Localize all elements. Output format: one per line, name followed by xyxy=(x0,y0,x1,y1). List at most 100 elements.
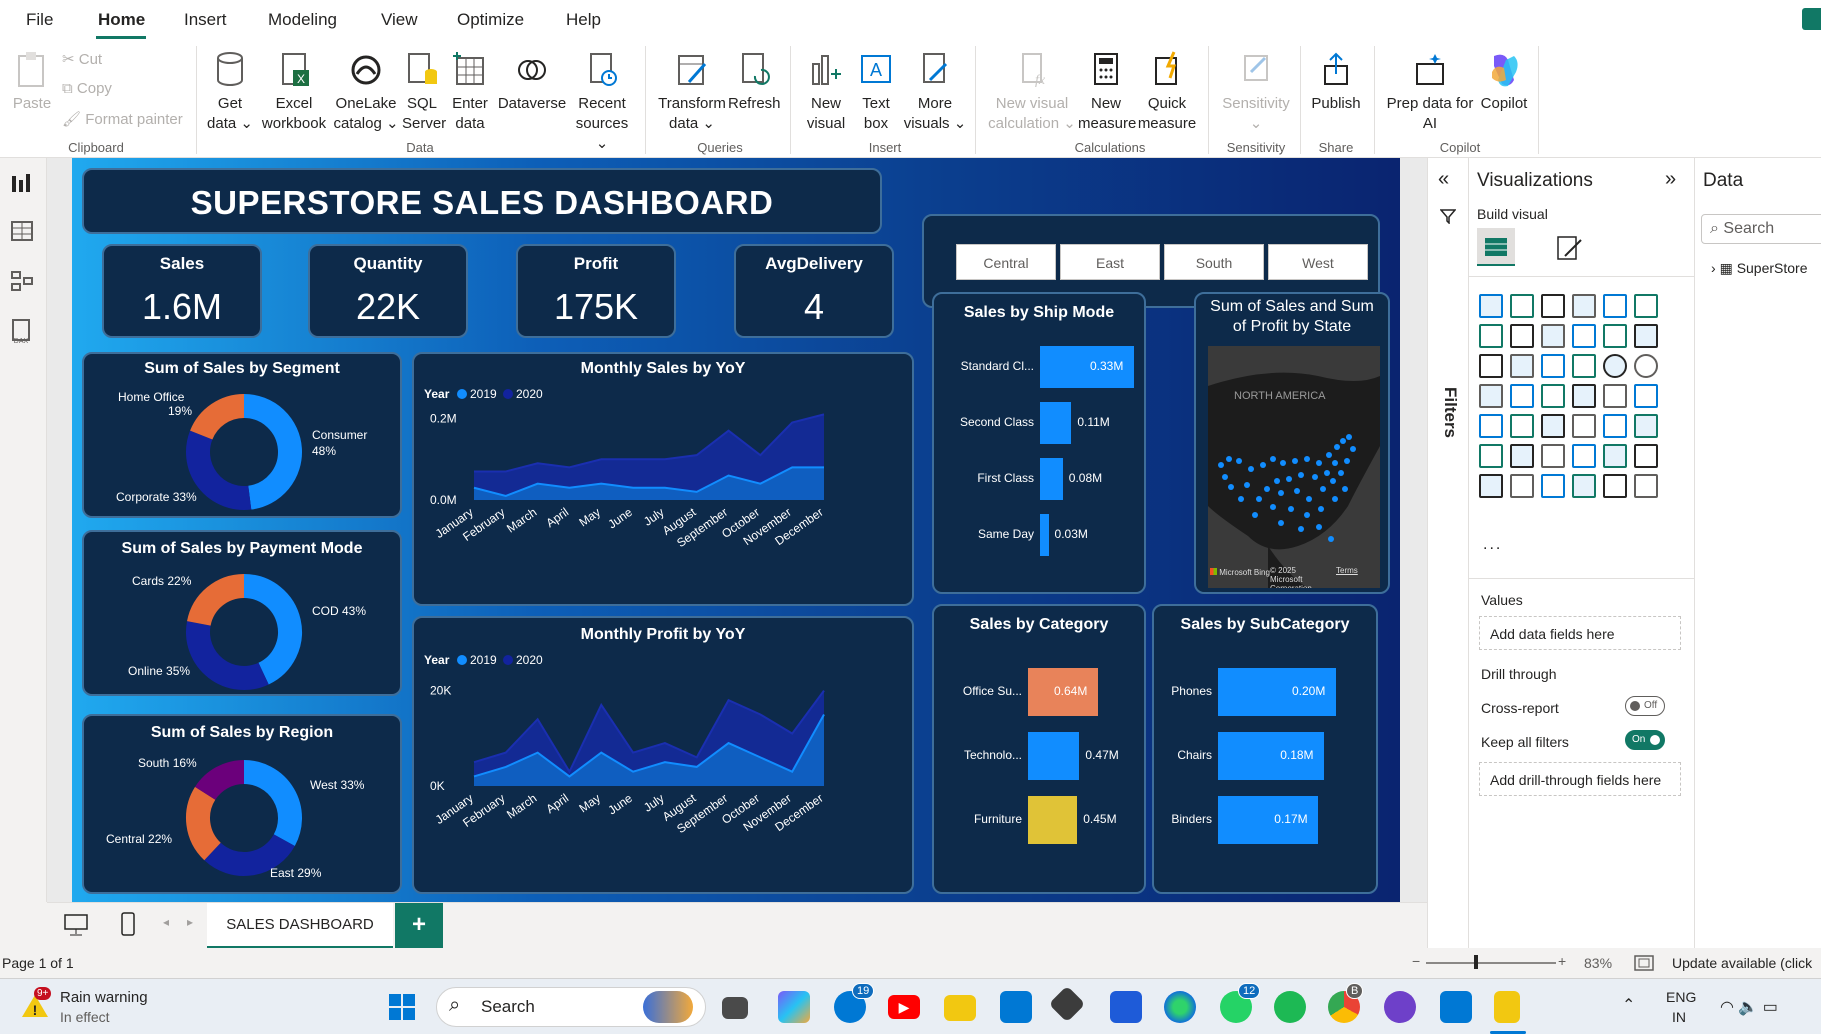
donut-slice[interactable] xyxy=(243,394,302,510)
paste-button[interactable]: Paste xyxy=(10,50,54,114)
map-bubble[interactable] xyxy=(1288,506,1294,512)
taskbar-search[interactable]: ⌕ Search xyxy=(436,987,706,1027)
region-donut-card[interactable]: Sum of Sales by Region South 16% West 33… xyxy=(82,714,402,894)
map-bubble[interactable] xyxy=(1340,438,1346,444)
ship-mode-card[interactable]: Sales by Ship Mode Standard Cl... 0.33M Se… xyxy=(932,292,1146,594)
visual-type-icon[interactable] xyxy=(1479,444,1503,468)
visual-type-icon[interactable] xyxy=(1603,354,1627,378)
kpi-card-quantity[interactable]: Quantity 22K xyxy=(308,244,468,338)
build-visual-tab[interactable] xyxy=(1477,228,1515,266)
visual-type-icon[interactable] xyxy=(1510,294,1534,318)
visual-type-icon[interactable] xyxy=(1572,354,1596,378)
app-taskbar-icon[interactable] xyxy=(1048,985,1086,1023)
map-bubble[interactable] xyxy=(1338,470,1344,476)
visual-type-icon[interactable] xyxy=(1510,354,1534,378)
mobile-layout-icon[interactable] xyxy=(119,911,137,937)
subcategory-card[interactable]: Sales by SubCategory Phones 0.20M Chairs 0.… xyxy=(1152,604,1378,894)
report-view-icon[interactable] xyxy=(10,172,34,194)
get-data-button[interactable]: Get data ⌄ xyxy=(206,50,254,134)
bar[interactable] xyxy=(1028,796,1078,844)
visual-type-icon[interactable] xyxy=(1541,444,1565,468)
map-bubble[interactable] xyxy=(1286,476,1292,482)
visual-type-icon[interactable] xyxy=(1479,474,1503,498)
visual-type-icon[interactable] xyxy=(1479,294,1503,318)
map-bubble[interactable] xyxy=(1236,458,1242,464)
onelake-catalog-button[interactable]: OneLake catalog ⌄ xyxy=(330,50,402,134)
visual-type-icon[interactable] xyxy=(1541,294,1565,318)
format-painter-button[interactable]: 🖌 Format painter xyxy=(62,110,183,128)
more-visuals-button[interactable]: More visuals ⌄ xyxy=(902,50,968,134)
visual-type-icon[interactable] xyxy=(1479,384,1503,408)
publish-status-icon[interactable] xyxy=(1802,8,1821,30)
visual-type-icon[interactable] xyxy=(1572,474,1596,498)
visual-type-icon[interactable] xyxy=(1510,384,1534,408)
donut-slice[interactable] xyxy=(204,833,295,876)
visual-type-icon[interactable] xyxy=(1479,324,1503,348)
menu-home[interactable]: Home xyxy=(98,10,145,30)
visual-type-icon[interactable] xyxy=(1541,354,1565,378)
menu-optimize[interactable]: Optimize xyxy=(457,10,524,30)
map-bubble[interactable] xyxy=(1228,484,1234,490)
visual-type-icon[interactable] xyxy=(1572,294,1596,318)
payment-donut-card[interactable]: Sum of Sales by Payment Mode Cards 22% C… xyxy=(82,530,402,696)
data-search-input[interactable]: ⌕ Search xyxy=(1701,214,1821,244)
collapse-left-icon[interactable]: « xyxy=(1438,168,1449,191)
visual-type-icon[interactable] xyxy=(1634,324,1658,348)
transform-data-button[interactable]: Transform data ⌄ xyxy=(656,50,728,134)
map-bubble[interactable] xyxy=(1330,478,1336,484)
map-bubble[interactable] xyxy=(1274,478,1280,484)
category-card[interactable]: Sales by Category Office Su... 0.64M Techn… xyxy=(932,604,1146,894)
map-bubble[interactable] xyxy=(1306,496,1312,502)
donut-slice[interactable] xyxy=(186,430,252,510)
slicer-central[interactable]: Central xyxy=(956,244,1056,280)
map-bubble[interactable] xyxy=(1334,444,1340,450)
next-page-icon[interactable]: ▸ xyxy=(187,915,193,929)
table-superstore[interactable]: › ▦ SuperStore xyxy=(1711,260,1808,277)
map-bubble[interactable] xyxy=(1278,520,1284,526)
visual-type-icon[interactable] xyxy=(1510,324,1534,348)
excel-workbook-button[interactable]: X Excel workbook xyxy=(258,50,330,134)
weather-widget[interactable]: ! 9+ xyxy=(20,987,52,1021)
text-box-button[interactable]: A Text box xyxy=(852,50,900,134)
visual-type-icon[interactable] xyxy=(1479,354,1503,378)
visual-type-icon[interactable] xyxy=(1541,414,1565,438)
slicer-east[interactable]: East xyxy=(1060,244,1160,280)
map-bubble[interactable] xyxy=(1292,458,1298,464)
menu-help[interactable]: Help xyxy=(566,10,601,30)
map-bubble[interactable] xyxy=(1324,470,1330,476)
visual-type-icon[interactable] xyxy=(1634,474,1658,498)
copilot-button[interactable]: Copilot xyxy=(1474,50,1534,114)
map-bubble[interactable] xyxy=(1244,482,1250,488)
donut-slice[interactable] xyxy=(186,621,269,690)
donut-slice[interactable] xyxy=(187,574,245,627)
file-explorer-taskbar-icon[interactable] xyxy=(944,995,976,1021)
map-bubble[interactable] xyxy=(1248,466,1254,472)
map-bubble[interactable] xyxy=(1328,536,1334,542)
kpi-card-profit[interactable]: Profit 175K xyxy=(516,244,676,338)
dataverse-button[interactable]: Dataverse xyxy=(496,50,568,114)
map-area[interactable]: NORTH AMERICA Microsoft Bing © 2025 Micr… xyxy=(1208,346,1380,588)
donut-slice[interactable] xyxy=(243,760,302,846)
visual-type-icon[interactable] xyxy=(1634,444,1658,468)
bar[interactable] xyxy=(1040,458,1063,500)
visual-type-icon[interactable] xyxy=(1572,444,1596,468)
system-tray[interactable]: ◠ 🔈 ▭ xyxy=(1720,997,1778,1017)
menu-view[interactable]: View xyxy=(381,10,418,30)
vscode-taskbar-icon[interactable] xyxy=(1440,991,1472,1023)
map-bubble[interactable] xyxy=(1252,512,1258,518)
map-bubble[interactable] xyxy=(1238,496,1244,502)
map-bubble[interactable] xyxy=(1350,446,1356,452)
github-taskbar-icon[interactable] xyxy=(1384,991,1416,1023)
map-bubble[interactable] xyxy=(1346,434,1352,440)
visual-type-icon[interactable] xyxy=(1634,414,1658,438)
map-bubble[interactable] xyxy=(1256,496,1262,502)
donut-slice[interactable] xyxy=(186,786,222,861)
new-visual-button[interactable]: New visual xyxy=(800,50,852,134)
menu-file[interactable]: File xyxy=(26,10,53,30)
bar[interactable] xyxy=(1028,732,1080,780)
edge-taskbar-icon[interactable] xyxy=(1164,991,1196,1023)
monthly-sales-card[interactable]: Monthly Sales by YoY Year 2019 2020 0.2M 0.0… xyxy=(412,352,914,606)
visual-type-icon[interactable] xyxy=(1603,444,1627,468)
map-bubble[interactable] xyxy=(1304,512,1310,518)
map-bubble[interactable] xyxy=(1278,490,1284,496)
